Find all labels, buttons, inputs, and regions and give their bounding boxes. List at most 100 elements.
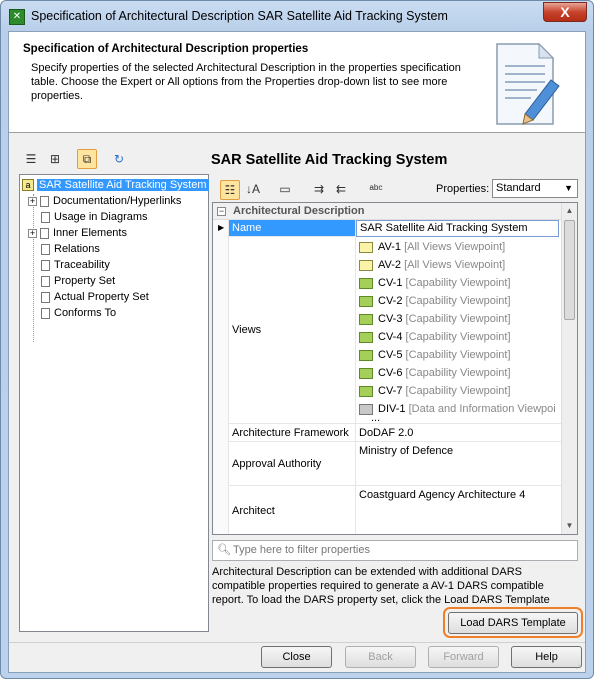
- tree-root[interactable]: a SAR Satellite Aid Tracking System: [22, 177, 209, 193]
- view-item-av1[interactable]: AV-1 [All Views Viewpoint]: [359, 238, 505, 256]
- view-item-cv5[interactable]: CV-5 [Capability Viewpoint]: [359, 346, 511, 364]
- list-view-icon[interactable]: ☰: [21, 150, 41, 170]
- properties-label: Properties:: [436, 183, 490, 195]
- collapse-icon[interactable]: −: [217, 207, 226, 216]
- edit-icon[interactable]: ▭: [275, 180, 295, 200]
- expand-icon[interactable]: +: [28, 228, 37, 238]
- tree-item-conforms-to[interactable]: Conforms To: [41, 305, 116, 321]
- viewpoint-name: [All Views Viewpoint]: [404, 259, 506, 271]
- view-item-av2[interactable]: AV-2 [All Views Viewpoint]: [359, 256, 505, 274]
- tree-item-inner-elements[interactable]: + Inner Elements: [28, 225, 127, 241]
- view-name: CV-7: [378, 385, 403, 397]
- help-button[interactable]: Help: [511, 646, 582, 668]
- prop-value-name[interactable]: SAR Satellite Aid Tracking System: [356, 220, 559, 237]
- forward-button[interactable]: Forward: [428, 646, 499, 668]
- spell-check-icon[interactable]: ᵃᵇᶜ: [366, 180, 386, 200]
- view-item-cv2[interactable]: CV-2 [Capability Viewpoint]: [359, 292, 511, 310]
- app-icon: ✕: [9, 9, 25, 25]
- categorized-icon[interactable]: ☷: [220, 180, 240, 200]
- tree-item-property-set[interactable]: Property Set: [41, 273, 115, 289]
- tree-item-label: Conforms To: [54, 307, 117, 319]
- view-name: CV-1: [378, 277, 403, 289]
- view-name: AV-1: [378, 241, 402, 253]
- tree-item-label: Documentation/Hyperlinks: [53, 195, 182, 207]
- document-icon: [41, 291, 50, 303]
- dialog-header: Specification of Architectural Descripti…: [9, 32, 585, 133]
- prop-name-architect: Architect: [229, 486, 356, 534]
- close-button[interactable]: Close: [261, 646, 332, 668]
- viewpoint-name: [Capability Viewpoint]: [405, 295, 511, 307]
- view-name: CV-6: [378, 367, 403, 379]
- properties-table: − Architectural Description ▶ Name SAR S…: [212, 202, 578, 535]
- views-more-indicator: ...: [371, 412, 381, 424]
- current-row-arrow-icon: ▶: [218, 223, 225, 232]
- folder-icon: [359, 385, 373, 397]
- view-item-cv3[interactable]: CV-3 [Capability Viewpoint]: [359, 310, 511, 328]
- window-title: Specification of Architectural Descripti…: [31, 9, 448, 23]
- expand-icon[interactable]: +: [28, 196, 37, 206]
- group-label: Architectural Description: [233, 205, 365, 217]
- tree-item-relations[interactable]: Relations: [41, 241, 100, 257]
- view-name: CV-5: [378, 349, 403, 361]
- search-icon: 🔍︎: [217, 544, 231, 556]
- folder-icon: [359, 295, 373, 307]
- viewpoint-name: [Capability Viewpoint]: [405, 277, 511, 289]
- tree-item-label: Inner Elements: [53, 227, 127, 239]
- collapse-all-icon[interactable]: ⇇: [331, 180, 351, 200]
- prop-name-architecture-framework: Architecture Framework: [229, 424, 356, 442]
- prop-value-architect[interactable]: Coastguard Agency Architecture 4: [356, 486, 563, 534]
- prop-name-name[interactable]: Name: [229, 220, 356, 237]
- scroll-thumb[interactable]: [564, 220, 575, 320]
- viewpoint-name: [Data and Information Viewpoi: [408, 403, 556, 415]
- properties-dropdown-value: Standard: [496, 182, 541, 194]
- load-dars-template-button[interactable]: Load DARS Template: [448, 612, 578, 634]
- specification-window: ✕ Specification of Architectural Descrip…: [0, 0, 594, 679]
- tree-item-usage[interactable]: Usage in Diagrams: [41, 209, 148, 225]
- scroll-up-icon[interactable]: ▲: [562, 203, 577, 219]
- filter-input[interactable]: 🔍︎ Type here to filter properties: [212, 540, 578, 561]
- prop-name-approval-authority: Approval Authority: [229, 442, 356, 486]
- scroll-down-icon[interactable]: ▼: [562, 518, 577, 534]
- folder-icon: [359, 349, 373, 361]
- document-icon: [40, 195, 49, 207]
- button-bar-separator: [9, 642, 585, 643]
- viewpoint-name: [Capability Viewpoint]: [405, 349, 511, 361]
- folder-icon: [359, 277, 373, 289]
- tree-view-icon[interactable]: ⊞: [45, 150, 65, 170]
- view-item-div1[interactable]: DIV-1 [Data and Information Viewpoi: [359, 400, 559, 418]
- view-name: CV-2: [378, 295, 403, 307]
- document-icon: [41, 259, 50, 271]
- header-description: Specify properties of the selected Archi…: [31, 62, 461, 102]
- view-item-cv7[interactable]: CV-7 [Capability Viewpoint]: [359, 382, 511, 400]
- view-item-cv1[interactable]: CV-1 [Capability Viewpoint]: [359, 274, 511, 292]
- chevron-down-icon: ▼: [564, 183, 573, 193]
- resize-grip-icon[interactable]: ⋰: [575, 661, 583, 670]
- title-bar: ✕ Specification of Architectural Descrip…: [1, 1, 593, 33]
- back-button[interactable]: Back: [345, 646, 416, 668]
- properties-dropdown[interactable]: Standard ▼: [492, 179, 578, 198]
- view-item-cv6[interactable]: CV-6 [Capability Viewpoint]: [359, 364, 511, 382]
- sort-alpha-icon[interactable]: ↓A: [243, 180, 263, 200]
- document-icon: [41, 243, 50, 255]
- tree-item-traceability[interactable]: Traceability: [41, 257, 110, 273]
- tree-item-label: Actual Property Set: [54, 291, 149, 303]
- tree-item-documentation[interactable]: + Documentation/Hyperlinks: [28, 193, 181, 209]
- view-item-cv4[interactable]: CV-4 [Capability Viewpoint]: [359, 328, 511, 346]
- window-close-button[interactable]: X: [543, 2, 587, 22]
- refresh-icon[interactable]: ↻: [109, 150, 129, 170]
- expand-all-icon[interactable]: ⇉: [309, 180, 329, 200]
- tree-guide-line: [33, 194, 34, 342]
- dialog-client: Specification of Architectural Descripti…: [8, 31, 586, 673]
- prop-value-approval-authority[interactable]: Ministry of Defence: [356, 442, 563, 486]
- document-icon: [40, 227, 49, 239]
- prop-value-architecture-framework[interactable]: DoDAF 2.0: [356, 424, 563, 442]
- viewpoint-name: [All Views Viewpoint]: [404, 241, 506, 253]
- prop-name-views: Views: [229, 237, 356, 424]
- table-scrollbar[interactable]: ▲ ▼: [561, 203, 577, 534]
- group-header-architectural-description[interactable]: − Architectural Description: [213, 203, 563, 220]
- architecture-icon: a: [22, 179, 34, 192]
- copy-view-icon[interactable]: ⧉: [77, 149, 97, 169]
- document-icon: [41, 275, 50, 287]
- spec-toolbar: ☷ ↓A ▭ ⇉ ⇇ ᵃᵇᶜ Properties: Standard ▼: [211, 178, 579, 202]
- tree-item-actual-property-set[interactable]: Actual Property Set: [41, 289, 149, 305]
